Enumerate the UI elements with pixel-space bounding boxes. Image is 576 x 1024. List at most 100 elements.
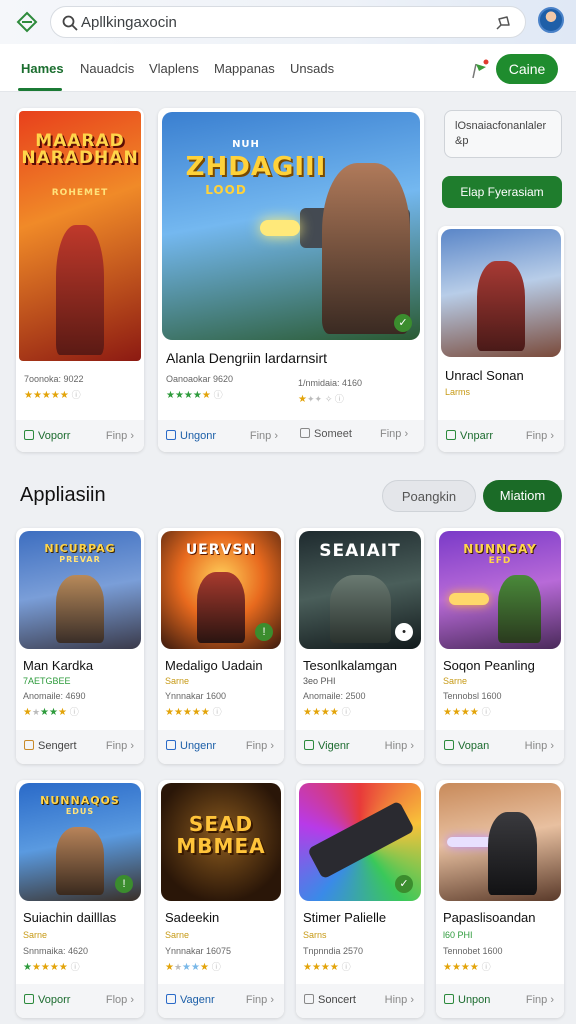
game-title[interactable]: Man Kardka: [23, 658, 93, 673]
artwork-subtitle: PREVAR: [59, 555, 101, 564]
details-link[interactable]: Finp ›: [526, 430, 554, 442]
filter-pill-active[interactable]: Miatiom: [483, 480, 562, 512]
install-button[interactable]: Vopan: [444, 740, 489, 752]
game-title[interactable]: Unracl Sonan: [445, 368, 524, 383]
rating-stars: ★★★★★ ⓘ: [165, 707, 222, 718]
checkbox-icon: [24, 994, 34, 1004]
game-title[interactable]: Sadeekin: [165, 910, 219, 925]
tab-mappanas[interactable]: Mappanas: [214, 61, 275, 76]
tab-nauadcis[interactable]: Nauadcis: [80, 61, 134, 76]
game-title[interactable]: Alanla Dengriin lardarnsirt: [166, 350, 327, 366]
checkbox-icon: [24, 740, 34, 750]
details-link[interactable]: Finp ›: [106, 740, 134, 752]
game-genre: 3eo PHI: [303, 676, 336, 686]
explore-button[interactable]: Elap Fyerasiam: [442, 176, 562, 208]
game-genre: l60 PHI: [443, 930, 473, 940]
voice-search-icon[interactable]: [493, 13, 513, 33]
game-downloads: Snnmaika: 4620: [23, 946, 89, 956]
diamond-logo-icon[interactable]: [16, 11, 38, 33]
top-bar: Apllkingaxocin: [0, 0, 576, 44]
artwork-subtitle: EFD: [488, 556, 512, 566]
game-genre: Larms: [445, 387, 471, 397]
install-button[interactable]: Vagenr: [166, 994, 215, 1006]
game-genre: Sarne: [23, 930, 48, 940]
hero-figure: [497, 574, 542, 643]
game-downloads: Anomaile: 4690: [23, 691, 86, 701]
flag-icon[interactable]: [468, 58, 490, 80]
checkbox-icon: [24, 430, 34, 440]
game-downloads: 7oonoka: 9022: [24, 374, 84, 384]
details-link[interactable]: Flop ›: [106, 994, 134, 1006]
details-link[interactable]: Finp ›: [106, 430, 134, 442]
artwork-title: MAARAD NARADHAN: [21, 131, 139, 168]
install-button[interactable]: Ungenr: [166, 740, 216, 752]
app-card[interactable]: SEAIAIT • Tesonlkalamgan 3eo PHI Anomail…: [296, 528, 424, 764]
install-button[interactable]: Voporr: [24, 430, 70, 442]
hero-figure: [197, 572, 245, 643]
featured-card[interactable]: MAARAD NARADHAN ROHEMET 7oonoka: 9022 ★★…: [16, 108, 144, 452]
rating-stars: ★★★★★ ⓘ: [166, 390, 223, 401]
info-box[interactable]: lOsnaiacfonanlaler &p: [444, 110, 562, 158]
app-card[interactable]: NUNNGAY EFD Soqon Peanling Sarne Tennobs…: [436, 528, 564, 764]
featured-card[interactable]: NUH ZHDAGIII LOOD ✓ Alanla Dengriin lard…: [158, 108, 424, 452]
details-link[interactable]: Finp ›: [246, 994, 274, 1006]
checkbox-icon: [166, 430, 176, 440]
rating-stars: ★★★★★ ⓘ: [23, 707, 79, 718]
tab-unsads[interactable]: Unsads: [290, 61, 334, 76]
filter-pill[interactable]: Poangkin: [382, 480, 476, 512]
search-bar[interactable]: Apllkingaxocin: [50, 6, 526, 38]
game-title[interactable]: Medaligo Uadain: [165, 658, 263, 673]
details-link[interactable]: Finp ›: [250, 430, 278, 442]
game-title[interactable]: Papaslisoandan: [443, 910, 536, 925]
details-link[interactable]: Hinp ›: [525, 740, 554, 752]
game-title[interactable]: Stimer Palielle: [303, 910, 386, 925]
install-button[interactable]: Vnparr: [446, 430, 493, 442]
app-card[interactable]: UERVSN ! Medaligo Uadain Sarne Ynnnakar …: [158, 528, 284, 764]
game-title[interactable]: Suiachin dailllas: [23, 910, 116, 925]
caine-button[interactable]: Caine: [496, 54, 558, 84]
artwork-top-text: NUH: [232, 139, 260, 150]
details-link[interactable]: Finp ›: [380, 428, 408, 440]
app-card[interactable]: NICURPAG PREVAR Man Kardka 7AETGBEE Anom…: [16, 528, 144, 764]
app-card[interactable]: Papaslisoandan l60 PHI Tennobet 1600 ★★★…: [436, 780, 564, 1018]
install-button[interactable]: Sengert: [24, 740, 77, 752]
game-artwork: UERVSN !: [161, 531, 281, 649]
robot-figure: [329, 574, 391, 643]
install-button[interactable]: Vigenr: [304, 740, 350, 752]
game-downloads: Ynnnakar 16075: [165, 946, 232, 956]
install-button[interactable]: Unpon: [444, 994, 490, 1006]
game-genre: Sarne: [165, 930, 190, 940]
details-link[interactable]: Hinp ›: [385, 994, 414, 1006]
tab-hames[interactable]: Hames: [21, 61, 64, 76]
active-tab-indicator: [18, 88, 62, 91]
rating-stars: ★✦✦ ✧ ⓘ: [298, 394, 344, 405]
featured-card[interactable]: Unracl Sonan Larms Vnparr Finp ›: [438, 226, 564, 452]
details-link[interactable]: Finp ›: [526, 994, 554, 1006]
app-card[interactable]: NUNNAQOS EDUS ! Suiachin dailllas Sarne …: [16, 780, 144, 1018]
game-downloads: Oanoaokar 9620: [166, 374, 234, 384]
app-card[interactable]: ✓ Stimer Palielle Sarns Tnpnndia 2570 ★★…: [296, 780, 424, 1018]
install-button[interactable]: Soncert: [304, 994, 356, 1006]
user-avatar[interactable]: [538, 7, 564, 33]
game-downloads: Tnpnndia 2570: [303, 946, 364, 956]
card-footer: Vagenr Finp ›: [158, 984, 284, 1018]
app-card[interactable]: SEAD MBMEA Sadeekin Sarne Ynnnakar 16075…: [158, 780, 284, 1018]
search-input[interactable]: Apllkingaxocin: [81, 14, 177, 31]
checkbox-icon: [304, 994, 314, 1004]
tab-vlaplens[interactable]: Vlaplens: [149, 61, 199, 76]
install-button[interactable]: Ungonr: [166, 430, 216, 442]
game-artwork: [439, 783, 561, 901]
game-genre: Sarne: [443, 676, 468, 686]
artwork-title: SEAIAIT: [319, 541, 401, 561]
checkbox-icon: [444, 740, 454, 750]
game-title[interactable]: Tesonlkalamgan: [303, 658, 397, 673]
details-link[interactable]: Finp ›: [246, 740, 274, 752]
details-link[interactable]: Hinp ›: [385, 740, 414, 752]
card-footer: Vnparr Finp ›: [438, 420, 564, 452]
install-button[interactable]: Someet: [300, 428, 352, 440]
game-title[interactable]: Soqon Peanling: [443, 658, 535, 673]
game-artwork: NUNNGAY EFD: [439, 531, 561, 649]
install-button[interactable]: Voporr: [24, 994, 70, 1006]
game-genre: 7AETGBEE: [23, 676, 71, 686]
section-title: Appliasiin: [20, 484, 106, 506]
